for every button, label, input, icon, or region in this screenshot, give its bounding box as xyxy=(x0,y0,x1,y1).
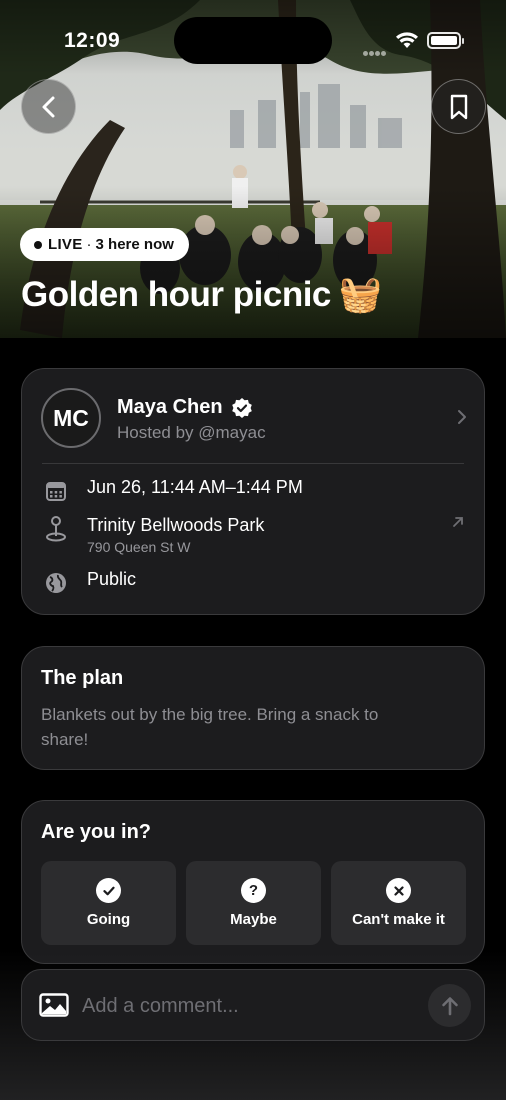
date-row: Jun 26, 11:44 AM–1:44 PM xyxy=(42,477,464,505)
arrow-up-right-icon[interactable] xyxy=(451,515,465,529)
back-button[interactable] xyxy=(21,79,76,134)
host-name: Maya Chen xyxy=(117,396,223,418)
location-row[interactable]: Trinity Bellwoods Park 790 Queen St W xyxy=(42,515,464,555)
verified-badge-icon xyxy=(231,397,252,418)
host-handle: Hosted by @mayac xyxy=(117,423,266,442)
event-title: Golden hour picnic 🧺 xyxy=(21,274,383,315)
send-button[interactable] xyxy=(428,984,471,1027)
bookmark-button[interactable] xyxy=(431,79,486,134)
visibility-row: Public xyxy=(42,569,464,597)
map-pin-icon xyxy=(46,516,66,542)
x-circle-icon xyxy=(386,878,411,903)
host-avatar[interactable]: MC xyxy=(41,388,101,448)
live-separator: · xyxy=(86,236,92,253)
check-circle-icon xyxy=(96,878,121,903)
comment-bar xyxy=(21,969,485,1041)
chevron-left-icon xyxy=(42,96,54,117)
plan-title: The plan xyxy=(41,667,124,689)
event-title-text: Golden hour picnic xyxy=(21,274,331,314)
question-circle-icon: ? xyxy=(241,878,266,903)
rsvp-going-button[interactable]: Going xyxy=(41,861,176,945)
attendee-count: 3 here now xyxy=(95,236,174,253)
location-address: 790 Queen St W xyxy=(87,539,191,555)
rsvp-going-label: Going xyxy=(86,911,131,928)
avatar-initials: MC xyxy=(53,404,89,431)
dynamic-island xyxy=(174,17,332,64)
status-time: 12:09 xyxy=(64,29,121,52)
rsvp-options: Going ? Maybe Can't make it xyxy=(41,861,466,945)
status-bar: 12:09 xyxy=(0,0,506,80)
rsvp-maybe-button[interactable]: ? Maybe xyxy=(186,861,321,945)
basket-emoji: 🧺 xyxy=(338,275,383,314)
host-name-row[interactable]: Maya Chen xyxy=(117,396,253,419)
plan-description: Blankets out by the big tree. Bring a sn… xyxy=(41,705,379,749)
host-card: MC Maya Chen Hosted by @mayac Jun 26, 11… xyxy=(21,368,485,615)
event-date-time: Jun 26, 11:44 AM–1:44 PM xyxy=(87,477,303,497)
bookmark-icon xyxy=(450,94,467,119)
signal-icon xyxy=(363,43,387,61)
divider xyxy=(42,463,464,464)
calendar-icon xyxy=(46,482,66,501)
live-label: LIVE xyxy=(48,236,83,253)
wifi-icon xyxy=(396,32,418,48)
rsvp-decline-button[interactable]: Can't make it xyxy=(331,861,466,945)
comment-input[interactable] xyxy=(82,992,412,1020)
visibility-label: Public xyxy=(87,569,137,589)
battery-icon xyxy=(427,32,464,49)
chevron-right-icon[interactable] xyxy=(457,409,467,425)
rsvp-decline-label: Can't make it xyxy=(352,911,445,928)
plan-card: The plan Blankets out by the big tree. B… xyxy=(21,646,485,770)
rsvp-maybe-label: Maybe xyxy=(230,911,277,928)
globe-icon xyxy=(46,573,66,593)
rsvp-card: Are you in? Going ? Maybe Can't make it xyxy=(21,800,485,964)
location-name: Trinity Bellwoods Park xyxy=(87,515,265,535)
photo-icon[interactable] xyxy=(39,993,69,1017)
rsvp-title: Are you in? xyxy=(41,821,152,843)
live-dot-icon xyxy=(34,240,42,249)
arrow-up-icon xyxy=(441,996,458,1015)
live-status-badge: LIVE · 3 here now xyxy=(20,228,189,261)
